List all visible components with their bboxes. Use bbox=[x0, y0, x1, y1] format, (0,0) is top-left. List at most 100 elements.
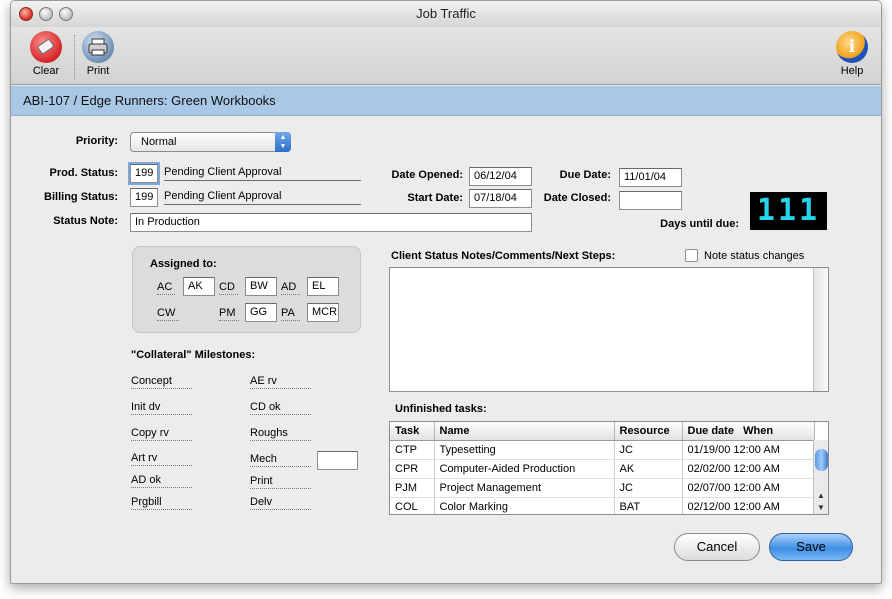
clear-label: Clear bbox=[32, 65, 60, 77]
ad-input[interactable]: EL bbox=[307, 277, 339, 296]
ad-label: AD bbox=[281, 280, 300, 295]
col-header-name[interactable]: Name bbox=[434, 422, 615, 441]
prod-status-label: Prod. Status: bbox=[49, 167, 118, 179]
task-due: 02/02/00 12:00 AM bbox=[682, 459, 815, 479]
col-header-task[interactable]: Task bbox=[390, 422, 435, 441]
milestone-roughs[interactable]: Roughs bbox=[250, 426, 311, 441]
client-notes-textarea[interactable] bbox=[389, 267, 829, 392]
table-row[interactable]: CTP Typesetting JC 01/19/00 12:00 AM bbox=[390, 440, 815, 460]
info-icon: i bbox=[836, 31, 868, 63]
cw-label: CW bbox=[157, 306, 179, 321]
priority-value: Normal bbox=[141, 136, 177, 148]
mech-input[interactable] bbox=[317, 451, 358, 470]
task-due: 02/12/00 12:00 AM bbox=[682, 497, 815, 514]
milestone-ae-rv[interactable]: AE rv bbox=[250, 374, 311, 389]
zoom-window-button[interactable] bbox=[59, 7, 73, 21]
col-header-resource[interactable]: Resource bbox=[614, 422, 683, 441]
status-note-label: Status Note: bbox=[53, 215, 118, 227]
scroll-down-arrow-icon[interactable]: ▼ bbox=[814, 502, 828, 514]
note-status-changes-checkbox[interactable] bbox=[685, 249, 698, 262]
notes-scrollbar[interactable] bbox=[813, 268, 828, 391]
milestone-concept[interactable]: Concept bbox=[131, 374, 192, 389]
assigned-to-panel: Assigned to: AC AK CD BW AD EL CW PM GG … bbox=[132, 246, 361, 333]
cancel-button[interactable]: Cancel bbox=[674, 533, 760, 561]
milestone-print[interactable]: Print bbox=[250, 474, 311, 489]
days-until-due-label: Days until due: bbox=[660, 218, 739, 230]
help-button[interactable]: i Help bbox=[827, 31, 877, 77]
printer-icon bbox=[82, 31, 114, 63]
tasks-scrollbar[interactable]: ▲ ▼ bbox=[813, 440, 828, 514]
milestone-delv[interactable]: Delv bbox=[250, 495, 311, 510]
eraser-icon bbox=[30, 31, 62, 63]
task-resource: JC bbox=[614, 440, 683, 460]
milestone-copy-rv[interactable]: Copy rv bbox=[131, 426, 192, 441]
milestone-art-rv[interactable]: Art rv bbox=[131, 451, 192, 466]
help-label: Help bbox=[840, 65, 864, 77]
task-due: 01/19/00 12:00 AM bbox=[682, 440, 815, 460]
window-title: Job Traffic bbox=[416, 6, 476, 21]
start-date-input[interactable]: 07/18/04 bbox=[469, 189, 532, 208]
priority-label: Priority: bbox=[75, 135, 118, 147]
save-button[interactable]: Save bbox=[769, 533, 853, 561]
task-code: CTP bbox=[390, 440, 435, 460]
milestone-ad-ok[interactable]: AD ok bbox=[131, 473, 192, 488]
tasks-header-row: Task Name Resource Due date When bbox=[390, 422, 815, 441]
start-date-label: Start Date: bbox=[407, 192, 463, 204]
milestone-cd-ok[interactable]: CD ok bbox=[250, 400, 311, 415]
print-button[interactable]: Print bbox=[73, 31, 123, 77]
table-row[interactable]: CPR Computer-Aided Production AK 02/02/0… bbox=[390, 459, 815, 479]
pa-label: PA bbox=[281, 306, 300, 321]
task-code: PJM bbox=[390, 478, 435, 498]
task-due: 02/07/00 12:00 AM bbox=[682, 478, 815, 498]
task-name: Typesetting bbox=[434, 440, 615, 460]
date-opened-label: Date Opened: bbox=[391, 169, 463, 181]
cd-label: CD bbox=[219, 280, 238, 295]
milestone-init-dv[interactable]: Init dv bbox=[131, 400, 192, 415]
milestones-title: "Collateral" Milestones: bbox=[131, 349, 256, 361]
status-note-input[interactable]: In Production bbox=[130, 213, 532, 232]
days-until-due-display: 111 bbox=[750, 192, 827, 230]
scroll-up-arrow-icon[interactable]: ▲ bbox=[814, 490, 828, 502]
billing-status-label: Billing Status: bbox=[44, 191, 118, 203]
pm-label: PM bbox=[219, 306, 239, 321]
unfinished-tasks-label: Unfinished tasks: bbox=[395, 403, 487, 415]
prod-status-code-input[interactable]: 199 bbox=[130, 164, 158, 183]
milestone-mech[interactable]: Mech bbox=[250, 452, 311, 467]
task-name: Project Management bbox=[434, 478, 615, 498]
minimize-window-button[interactable] bbox=[39, 7, 53, 21]
prod-status-text: Pending Client Approval bbox=[164, 164, 361, 181]
pm-input[interactable]: GG bbox=[245, 303, 277, 322]
clear-button[interactable]: Clear bbox=[21, 31, 71, 77]
cd-input[interactable]: BW bbox=[245, 277, 277, 296]
task-code: COL bbox=[390, 497, 435, 514]
ac-label: AC bbox=[157, 280, 175, 295]
date-closed-label: Date Closed: bbox=[543, 192, 611, 204]
table-row[interactable]: PJM Project Management JC 02/07/00 12:00… bbox=[390, 478, 815, 498]
due-date-input[interactable]: 11/01/04 bbox=[619, 168, 682, 187]
pa-input[interactable]: MCR bbox=[307, 303, 339, 322]
col-header-due-date[interactable]: Due date When bbox=[682, 422, 815, 441]
updown-arrows-icon: ▲ ▼ bbox=[275, 132, 291, 152]
note-status-changes-label: Note status changes bbox=[704, 250, 805, 262]
unfinished-tasks-table: Task Name Resource Due date When CTP Typ… bbox=[389, 421, 829, 515]
task-name: Computer-Aided Production bbox=[434, 459, 615, 479]
date-closed-input[interactable] bbox=[619, 191, 682, 210]
job-title-banner: ABI-107 / Edge Runners: Green Workbooks bbox=[11, 86, 881, 116]
task-resource: JC bbox=[614, 478, 683, 498]
assigned-to-title: Assigned to: bbox=[150, 258, 217, 270]
ac-input[interactable]: AK bbox=[183, 277, 215, 296]
close-window-button[interactable] bbox=[19, 7, 33, 21]
title-bar: Job Traffic bbox=[11, 1, 881, 27]
table-row[interactable]: COL Color Marking BAT 02/12/00 12:00 AM bbox=[390, 497, 815, 514]
client-notes-label: Client Status Notes/Comments/Next Steps: bbox=[391, 250, 616, 262]
task-code: CPR bbox=[390, 459, 435, 479]
milestone-prgbill[interactable]: Prgbill bbox=[131, 495, 192, 510]
billing-status-text: Pending Client Approval bbox=[164, 188, 361, 205]
toolbar: Clear Print i Help bbox=[11, 27, 881, 85]
tasks-scroll-thumb[interactable] bbox=[815, 449, 828, 471]
job-traffic-window: Job Traffic Clear Print i Help ABI-107 /… bbox=[10, 0, 882, 584]
date-opened-input[interactable]: 06/12/04 bbox=[469, 167, 532, 186]
task-resource: BAT bbox=[614, 497, 683, 514]
billing-status-code-input[interactable]: 199 bbox=[130, 188, 158, 207]
priority-select[interactable]: Normal ▲ ▼ bbox=[130, 132, 291, 152]
